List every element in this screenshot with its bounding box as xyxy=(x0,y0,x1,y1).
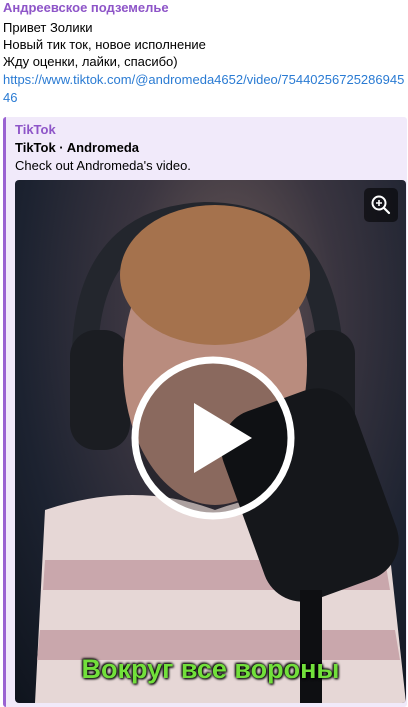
message-line: Жду оценки, лайки, спасибо) xyxy=(3,54,178,69)
sender-name[interactable]: Андреевское подземелье xyxy=(3,0,169,16)
message-line: Привет Золики xyxy=(3,20,93,35)
zoom-button[interactable] xyxy=(364,188,398,222)
message-line: Новый тик ток, новое исполнение xyxy=(3,37,206,52)
video-thumbnail[interactable]: Вокруг все вороны xyxy=(15,180,406,703)
chat-message: Андреевское подземелье Привет Золики Нов… xyxy=(0,0,408,707)
link-preview[interactable]: TikTok TikTok · Andromeda Check out Andr… xyxy=(3,117,407,707)
preview-description: Check out Andromeda's video. xyxy=(15,158,191,173)
zoom-in-icon xyxy=(371,195,391,215)
video-caption: Вокруг все вороны xyxy=(81,654,340,684)
tiktok-link[interactable]: https://www.tiktok.com/@andromeda4652/vi… xyxy=(3,71,405,107)
play-button[interactable] xyxy=(130,355,296,521)
preview-site-name: TikTok xyxy=(15,122,56,137)
preview-title: TikTok · Andromeda xyxy=(15,140,139,155)
play-icon xyxy=(131,356,295,520)
